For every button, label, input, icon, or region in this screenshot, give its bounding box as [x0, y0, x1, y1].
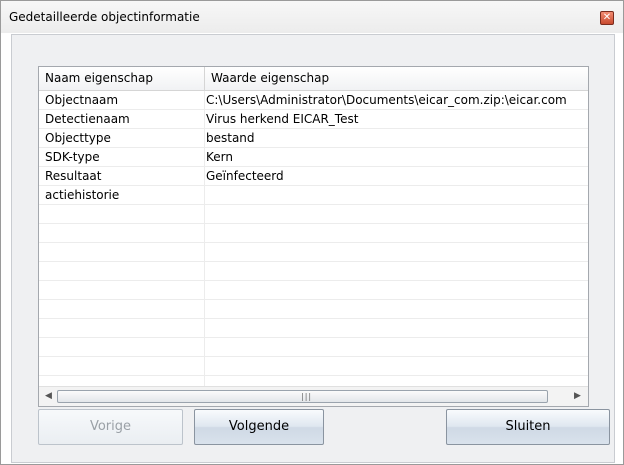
- property-value: Virus herkend EICAR_Test: [206, 112, 359, 126]
- property-value: [206, 186, 588, 204]
- table-row-empty[interactable]: [39, 300, 588, 319]
- horizontal-scrollbar[interactable]: ◀ ||| ▶: [39, 386, 588, 406]
- property-name: Objecttype: [45, 131, 111, 145]
- table-row-empty[interactable]: [39, 357, 588, 376]
- property-value: Kern: [206, 150, 233, 164]
- table-row[interactable]: actiehistorie: [39, 186, 588, 205]
- property-value: C:\Users\Administrator\Documents\eicar_c…: [206, 93, 567, 107]
- close-button[interactable]: Sluiten: [446, 409, 610, 445]
- table-row-empty[interactable]: [39, 281, 588, 300]
- dialog-body: Naam eigenschap Waarde eigenschap Object…: [11, 34, 615, 463]
- column-header-name[interactable]: Naam eigenschap: [39, 67, 204, 90]
- property-name: Detectienaam: [45, 112, 130, 126]
- table-row[interactable]: Resultaat Geïnfecteerd: [39, 167, 588, 186]
- property-name: Objectnaam: [45, 93, 119, 107]
- table-row-empty[interactable]: [39, 319, 588, 338]
- table-row[interactable]: Detectienaam Virus herkend EICAR_Test: [39, 110, 588, 129]
- property-name: SDK-type: [45, 150, 100, 164]
- scrollbar-thumb[interactable]: |||: [57, 390, 548, 403]
- property-value: Geïnfecteerd: [206, 169, 284, 183]
- scroll-right-arrow-icon[interactable]: ▶: [570, 389, 585, 404]
- table-row-empty[interactable]: [39, 262, 588, 281]
- close-icon[interactable]: ✕: [600, 11, 614, 25]
- title-bar: Gedetailleerde objectinformatie ✕: [1, 1, 623, 33]
- property-value: bestand: [206, 131, 255, 145]
- table-row-empty[interactable]: [39, 338, 588, 357]
- table-row-empty[interactable]: [39, 205, 588, 224]
- table-row[interactable]: Objectnaam C:\Users\Administrator\Docume…: [39, 91, 588, 110]
- next-button[interactable]: Volgende: [194, 409, 324, 445]
- table-row[interactable]: Objecttype bestand: [39, 129, 588, 148]
- table-row-empty[interactable]: [39, 243, 588, 262]
- dialog-window: Gedetailleerde objectinformatie ✕ Naam e…: [0, 0, 624, 465]
- property-name: actiehistorie: [45, 188, 120, 202]
- column-header-value[interactable]: Waarde eigenschap: [205, 67, 588, 90]
- properties-table[interactable]: Naam eigenschap Waarde eigenschap Object…: [38, 66, 589, 407]
- table-row-empty[interactable]: [39, 224, 588, 243]
- previous-button[interactable]: Vorige: [38, 409, 183, 445]
- table-header: Naam eigenschap Waarde eigenschap: [39, 67, 588, 91]
- scrollbar-grip-icon: |||: [301, 392, 313, 401]
- table-rows: Objectnaam C:\Users\Administrator\Docume…: [39, 91, 588, 376]
- table-row[interactable]: SDK-type Kern: [39, 148, 588, 167]
- scroll-left-arrow-icon[interactable]: ◀: [41, 389, 56, 404]
- dialog-title: Gedetailleerde objectinformatie: [9, 10, 200, 24]
- property-name: Resultaat: [45, 169, 102, 183]
